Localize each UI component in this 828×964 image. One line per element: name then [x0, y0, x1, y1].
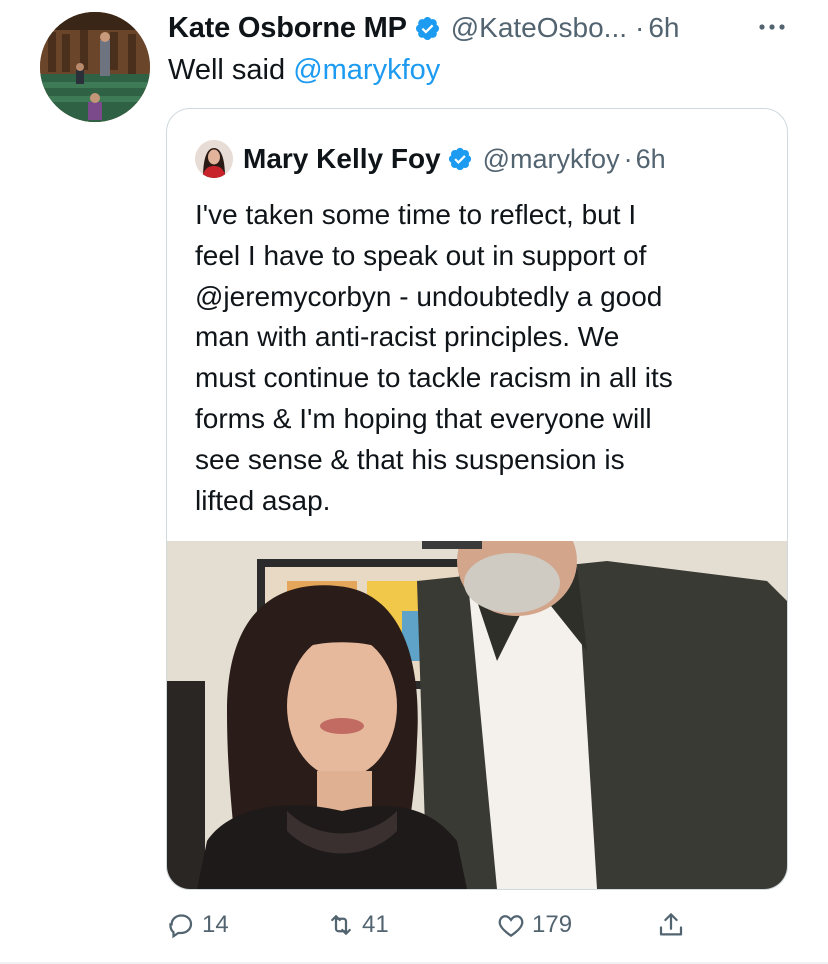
verified-badge-icon: [414, 15, 441, 42]
retweet-icon: [326, 910, 356, 940]
share-icon: [656, 910, 686, 940]
photo-image: [167, 541, 787, 889]
more-options-icon[interactable]: [756, 12, 788, 42]
quoted-text-line: must continue to tackle racism in all it…: [195, 362, 673, 394]
quoted-text-line: see sense & that his suspension is: [195, 443, 625, 475]
tweet-header: Kate Osborne MP @KateOsbo... · 6h: [168, 6, 788, 50]
tweet-text-prefix: Well said: [168, 54, 294, 86]
tweet[interactable]: Kate Osborne MP @KateOsbo... · 6h Well s…: [0, 0, 828, 964]
author-avatar-image: [40, 12, 150, 122]
quoted-tweet-photo[interactable]: [167, 541, 787, 889]
author-avatar[interactable]: [40, 12, 150, 122]
quoted-author-handle[interactable]: @marykfoy: [483, 144, 620, 175]
like-count: 179: [532, 911, 573, 938]
quoted-verified-badge-icon: [447, 146, 473, 172]
quoted-tweet[interactable]: Mary Kelly Foy @marykfoy · 6h I've taken…: [166, 108, 788, 890]
tweet-timestamp[interactable]: 6h: [648, 12, 679, 44]
reply-count: 14: [202, 911, 229, 938]
like-icon: [496, 910, 526, 940]
quoted-tweet-header: Mary Kelly Foy @marykfoy · 6h: [195, 139, 767, 179]
tweet-actions: 14 41 179: [166, 905, 726, 945]
reply-button[interactable]: 14: [166, 905, 229, 945]
quoted-tweet-timestamp[interactable]: 6h: [636, 144, 666, 175]
author-handle[interactable]: @KateOsbo...: [451, 12, 627, 44]
tweet-mention-link[interactable]: @marykfoy: [293, 54, 440, 86]
retweet-button[interactable]: 41: [326, 905, 389, 945]
quoted-text-line: lifted asap.: [195, 484, 331, 516]
tweet-text: Well said @marykfoy: [168, 54, 440, 87]
reply-icon: [166, 910, 196, 940]
quoted-text-line: man with anti-racist principles. We: [195, 321, 620, 353]
like-button[interactable]: 179: [496, 905, 572, 945]
quoted-author-avatar[interactable]: [195, 140, 233, 178]
quoted-author-display-name[interactable]: Mary Kelly Foy: [243, 143, 441, 175]
retweet-count: 41: [362, 911, 389, 938]
quoted-text-line: feel I have to speak out in support of: [195, 239, 647, 271]
quoted-text-line: @jeremycorbyn - undoubtedly a good: [195, 280, 663, 312]
author-display-name[interactable]: Kate Osborne MP: [168, 12, 407, 45]
header-separator: ·: [635, 12, 645, 43]
quoted-tweet-text: I've taken some time to reflect, but I f…: [195, 195, 765, 521]
quoted-text-line: forms & I'm hoping that everyone will: [195, 402, 652, 434]
share-button[interactable]: [656, 905, 686, 945]
quoted-text-line: I've taken some time to reflect, but I: [195, 199, 637, 230]
quoted-header-separator: ·: [623, 143, 633, 174]
